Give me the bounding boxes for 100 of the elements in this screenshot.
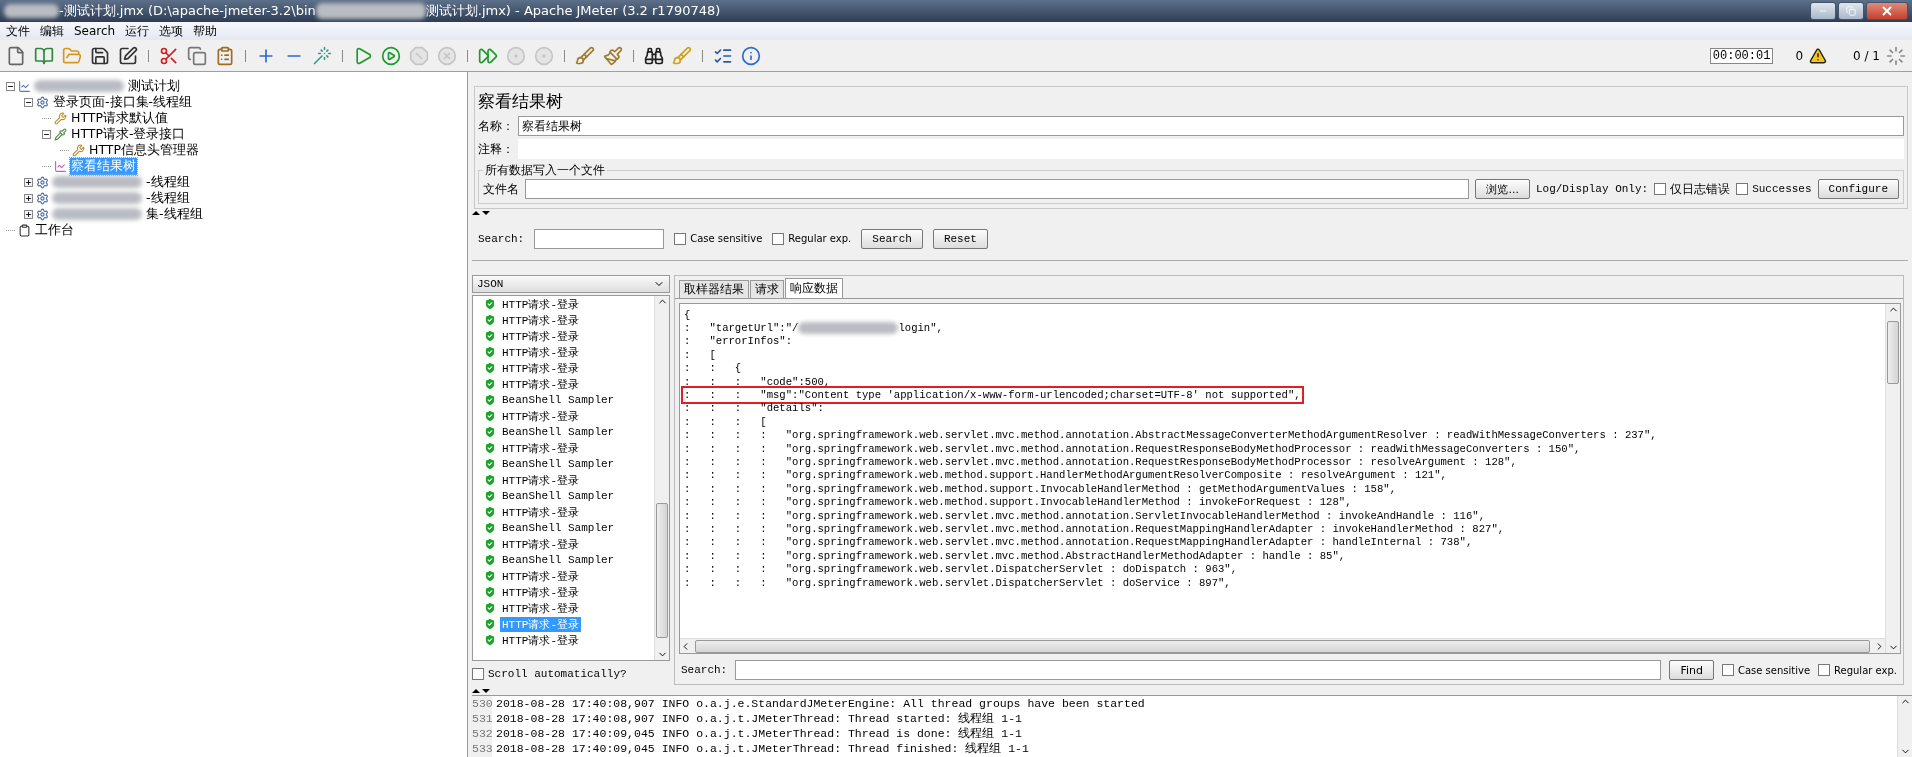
collapse-icon[interactable] — [42, 129, 51, 139]
tree-item[interactable]: HTTP请求-登录接口 — [70, 125, 187, 143]
tree-item[interactable]: HTTP信息头管理器 — [88, 141, 200, 159]
checkbox-label: 仅日志错误 — [1670, 180, 1731, 198]
checkbox[interactable] — [472, 668, 484, 680]
find-field[interactable] — [735, 660, 1662, 680]
sample-item[interactable]: HTTP请求-登录 — [500, 328, 581, 344]
log-display-label: Log/Display Only: — [1535, 183, 1649, 195]
sample-item[interactable]: BeanShell Sampler — [500, 554, 617, 566]
binoculars-icon[interactable] — [644, 45, 664, 66]
checkbox[interactable] — [1818, 664, 1831, 676]
response-line: : "targetUrl":"/ — [684, 322, 799, 335]
horizontal-scrollbar[interactable] — [680, 638, 1885, 653]
menu-item[interactable]: 文件 — [6, 22, 30, 40]
checkbox[interactable] — [1654, 183, 1667, 195]
scrollbar[interactable] — [654, 296, 669, 660]
menu-item[interactable]: 选项 — [159, 22, 184, 40]
menu-item[interactable]: 编辑 — [40, 22, 64, 40]
sample-item[interactable]: HTTP请求-登录 — [500, 568, 581, 584]
menu-item[interactable]: Search — [74, 24, 116, 38]
copy-icon[interactable] — [187, 45, 207, 66]
tree-item[interactable]: 集-线程组 — [145, 205, 204, 223]
plan-icon — [18, 79, 31, 93]
warning-icon[interactable] — [1809, 46, 1828, 65]
filename-field[interactable] — [525, 179, 1470, 199]
remote-start-icon[interactable] — [478, 45, 498, 66]
sample-item[interactable]: HTTP请求-登录 — [500, 312, 581, 328]
sample-item[interactable]: HTTP请求-登录 — [500, 472, 581, 488]
name-field[interactable]: 察看结果树 — [518, 116, 1904, 136]
search-field[interactable] — [534, 228, 665, 249]
sample-item[interactable]: BeanShell Sampler — [500, 490, 617, 502]
scroll-thumb[interactable] — [1887, 321, 1899, 385]
sample-item[interactable]: HTTP请求-登录 — [500, 440, 581, 456]
sample-item[interactable]: HTTP请求-登录 — [500, 504, 581, 520]
collapse-icon[interactable] — [24, 97, 33, 107]
sample-item[interactable]: BeanShell Sampler — [500, 394, 617, 406]
sample-item[interactable]: HTTP请求-登录 — [500, 632, 581, 648]
configure-button[interactable]: Configure — [1817, 179, 1899, 199]
expand-icon[interactable] — [24, 193, 33, 203]
tree-item[interactable]: 登录页面-接口集-线程组 — [52, 93, 194, 111]
success-icon — [483, 329, 497, 343]
scissors-icon[interactable] — [159, 45, 179, 66]
sample-item[interactable]: BeanShell Sampler — [500, 458, 617, 470]
tab[interactable]: 请求 — [750, 280, 784, 298]
restore-button[interactable] — [1838, 2, 1864, 20]
success-icon — [483, 361, 497, 375]
renderer-dropdown[interactable]: JSON — [472, 275, 670, 293]
sample-item[interactable]: HTTP请求-登录 — [500, 536, 581, 552]
checkbox[interactable] — [1721, 664, 1734, 676]
tab[interactable]: 响应数据 — [785, 278, 843, 298]
tree-item[interactable]: 工作台 — [34, 221, 75, 239]
minimize-button[interactable] — [1810, 2, 1836, 20]
reset-button[interactable]: Reset — [932, 228, 988, 249]
new-file-icon[interactable] — [6, 45, 26, 66]
help-icon[interactable] — [741, 45, 761, 66]
browse-button[interactable]: 浏览... — [1475, 179, 1530, 199]
book-icon[interactable] — [34, 45, 54, 66]
tree-item[interactable]: -线程组 — [145, 189, 191, 207]
checkbox[interactable] — [674, 232, 687, 245]
collapse-icon[interactable] — [6, 81, 15, 91]
clipboard-icon — [18, 223, 31, 237]
sample-item[interactable]: HTTP请求-登录 — [500, 344, 581, 360]
save-icon[interactable] — [90, 45, 110, 66]
clipboard-icon[interactable] — [215, 45, 235, 66]
broom-icon[interactable] — [603, 45, 623, 66]
sample-item[interactable]: HTTP请求-登录 — [500, 408, 581, 424]
pen-icon[interactable] — [118, 45, 138, 66]
log-line: 2018-08-28 17:40:08,907 INFO o.a.j.e.StandardJMeterEngine: All thread groups have been started — [496, 696, 1146, 711]
sample-item[interactable]: HTTP请求-登录 — [500, 296, 581, 312]
expand-icon[interactable] — [24, 177, 33, 187]
find-button[interactable]: Find — [1669, 660, 1714, 680]
success-icon — [483, 345, 497, 359]
sample-item[interactable]: BeanShell Sampler — [500, 522, 617, 534]
checkbox[interactable] — [772, 232, 785, 245]
sample-item[interactable]: BeanShell Sampler — [500, 426, 617, 438]
play-icon[interactable] — [353, 45, 373, 66]
scrollbar[interactable] — [1885, 304, 1900, 653]
close-button[interactable] — [1866, 2, 1908, 20]
scroll-thumb[interactable] — [656, 503, 668, 639]
tree-item[interactable]: HTTP请求默认值 — [70, 109, 169, 127]
tree-item[interactable]: 测试计划 — [127, 77, 181, 95]
sample-item[interactable]: HTTP请求-登录 — [500, 584, 581, 600]
expand-icon[interactable] — [24, 209, 33, 219]
search-label: Search: — [478, 232, 525, 245]
wand-icon[interactable] — [312, 45, 332, 66]
menu-item[interactable]: 帮助 — [193, 22, 218, 40]
checkbox[interactable] — [1736, 183, 1749, 195]
search-label: Search: — [681, 664, 728, 676]
tree-item[interactable]: -线程组 — [145, 173, 191, 191]
sample-item[interactable]: HTTP请求-登录 — [500, 376, 581, 392]
broom-icon[interactable] — [575, 45, 595, 66]
search-button[interactable]: Search — [861, 228, 923, 249]
tab[interactable]: 取样器结果 — [679, 280, 749, 298]
gear-icon — [36, 95, 49, 109]
checkbox-label: Successes — [1752, 183, 1812, 195]
sample-item[interactable]: HTTP请求-登录 — [500, 600, 581, 616]
play-circle-icon[interactable] — [381, 45, 401, 66]
scrollbar[interactable] — [1897, 696, 1912, 757]
sample-item[interactable]: HTTP请求-登录 — [500, 360, 581, 376]
menu-item[interactable]: 运行 — [125, 22, 150, 40]
